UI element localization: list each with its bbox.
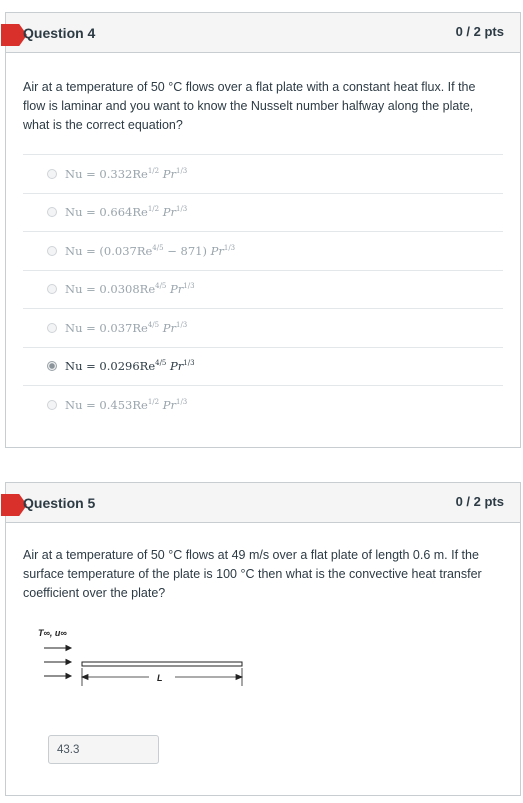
answer-equation-5: Nu = 0.037Re4/5 Pr1/3	[65, 320, 188, 335]
answer-equation-6: Nu = 0.0296Re4/5 Pr1/3	[65, 359, 195, 374]
question-4-title: Question 4	[23, 25, 96, 41]
answer-option-1[interactable]: Nu = 0.332Re1/2 Pr1/3	[23, 154, 503, 193]
radio-icon[interactable]	[47, 168, 57, 179]
answer-equation-7: Nu = 0.453Re1/2 Pr1/3	[65, 397, 188, 412]
question-5-header: Question 5 0 / 2 pts	[1, 483, 520, 523]
radio-icon[interactable]	[47, 284, 57, 295]
radio-icon[interactable]	[47, 322, 57, 333]
flat-plate	[81, 661, 243, 667]
question-5-title: Question 5	[23, 495, 96, 511]
answer-equation-3: Nu = (0.037Re4/5 − 871) Pr1/3	[65, 243, 236, 258]
answer-equation-2: Nu = 0.664Re1/2 Pr1/3	[65, 205, 188, 220]
answer-equation-4: Nu = 0.0308Re4/5 Pr1/3	[65, 282, 195, 297]
question-4-card: Question 4 0 / 2 pts Air at a temperatur…	[1, 12, 521, 448]
radio-icon[interactable]	[47, 245, 57, 256]
radio-icon[interactable]	[47, 207, 57, 218]
answer-option-6[interactable]: Nu = 0.0296Re4/5 Pr1/3	[23, 346, 503, 386]
question-4-points: 0 / 2 pts	[455, 24, 504, 39]
question-4-text: Air at a temperature of 50 °C flows over…	[23, 80, 476, 132]
numeric-answer-input[interactable]: 43.3	[48, 735, 159, 764]
flat-plate-diagram-svg: T∞, u∞ L	[38, 628, 244, 686]
length-label: L	[157, 673, 163, 683]
answer-option-3[interactable]: Nu = (0.037Re4/5 − 871) Pr1/3	[23, 231, 503, 270]
question-4-header: Question 4 0 / 2 pts	[1, 13, 520, 53]
question-5-points: 0 / 2 pts	[455, 494, 504, 509]
flat-plate-diagram: T∞, u∞ L	[36, 626, 256, 696]
radio-icon[interactable]	[47, 399, 57, 410]
flow-label: T∞, u∞	[38, 628, 67, 638]
question-5-text: Air at a temperature of 50 °C flows at 4…	[23, 548, 482, 600]
question-4-answers: Nu = 0.332Re1/2 Pr1/3 Nu = 0.664Re1/2 Pr…	[23, 154, 503, 424]
question-5-card: Question 5 0 / 2 pts Air at a temperatur…	[1, 482, 521, 796]
answer-option-5[interactable]: Nu = 0.037Re4/5 Pr1/3	[23, 308, 503, 347]
answer-option-2[interactable]: Nu = 0.664Re1/2 Pr1/3	[23, 192, 503, 232]
flow-arrow-icon	[44, 644, 73, 680]
answer-option-7[interactable]: Nu = 0.453Re1/2 Pr1/3	[23, 385, 503, 424]
answer-option-4[interactable]: Nu = 0.0308Re4/5 Pr1/3	[23, 269, 503, 309]
radio-selected-icon[interactable]	[47, 361, 57, 372]
answer-equation-1: Nu = 0.332Re1/2 Pr1/3	[65, 166, 188, 181]
